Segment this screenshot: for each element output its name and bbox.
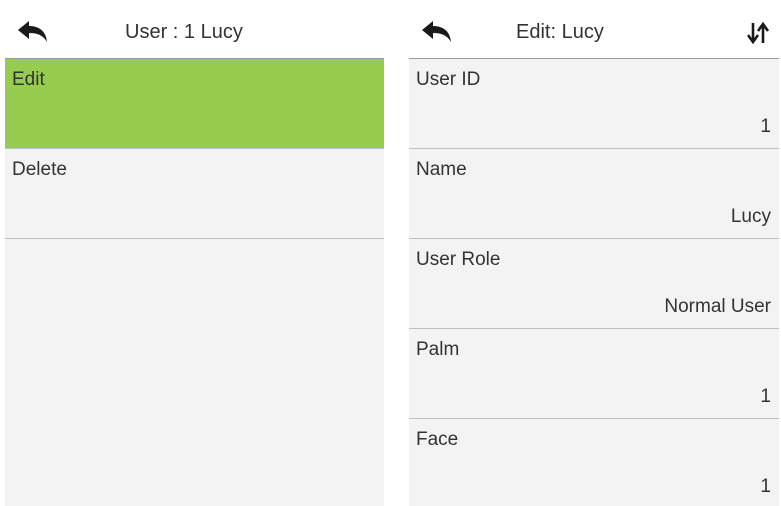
field-label: Face: [416, 429, 459, 450]
field-value: 1: [760, 476, 771, 497]
menu-item-label: Delete: [12, 159, 67, 180]
menu-item-edit[interactable]: Edit: [5, 59, 384, 149]
field-value: Lucy: [730, 206, 771, 227]
field-user-role[interactable]: User Role Normal User: [409, 239, 779, 329]
field-value: Normal User: [664, 296, 771, 317]
edit-user-screen: Edit: Lucy User ID 1 Name Lucy User Role…: [409, 0, 779, 506]
field-user-id[interactable]: User ID 1: [409, 59, 779, 149]
field-palm[interactable]: Palm 1: [409, 329, 779, 419]
back-arrow-icon[interactable]: [421, 20, 455, 44]
back-arrow-icon[interactable]: [17, 20, 51, 44]
title-bar: User : 1 Lucy: [5, 0, 384, 59]
menu-item-label: Edit: [12, 69, 45, 90]
page-title: Edit: Lucy: [516, 21, 604, 43]
field-face[interactable]: Face 1: [409, 419, 779, 506]
page-title: User : 1 Lucy: [125, 21, 243, 43]
field-label: User Role: [416, 249, 501, 270]
field-value: 1: [760, 386, 771, 407]
field-name[interactable]: Name Lucy: [409, 149, 779, 239]
title-bar: Edit: Lucy: [409, 0, 779, 59]
field-label: Palm: [416, 339, 460, 360]
user-options-screen: User : 1 Lucy Edit Delete: [5, 0, 384, 506]
sort-arrows-icon[interactable]: [746, 21, 770, 45]
field-value: 1: [760, 116, 771, 137]
field-label: Name: [416, 159, 467, 180]
menu-item-delete[interactable]: Delete: [5, 149, 384, 239]
field-label: User ID: [416, 69, 481, 90]
